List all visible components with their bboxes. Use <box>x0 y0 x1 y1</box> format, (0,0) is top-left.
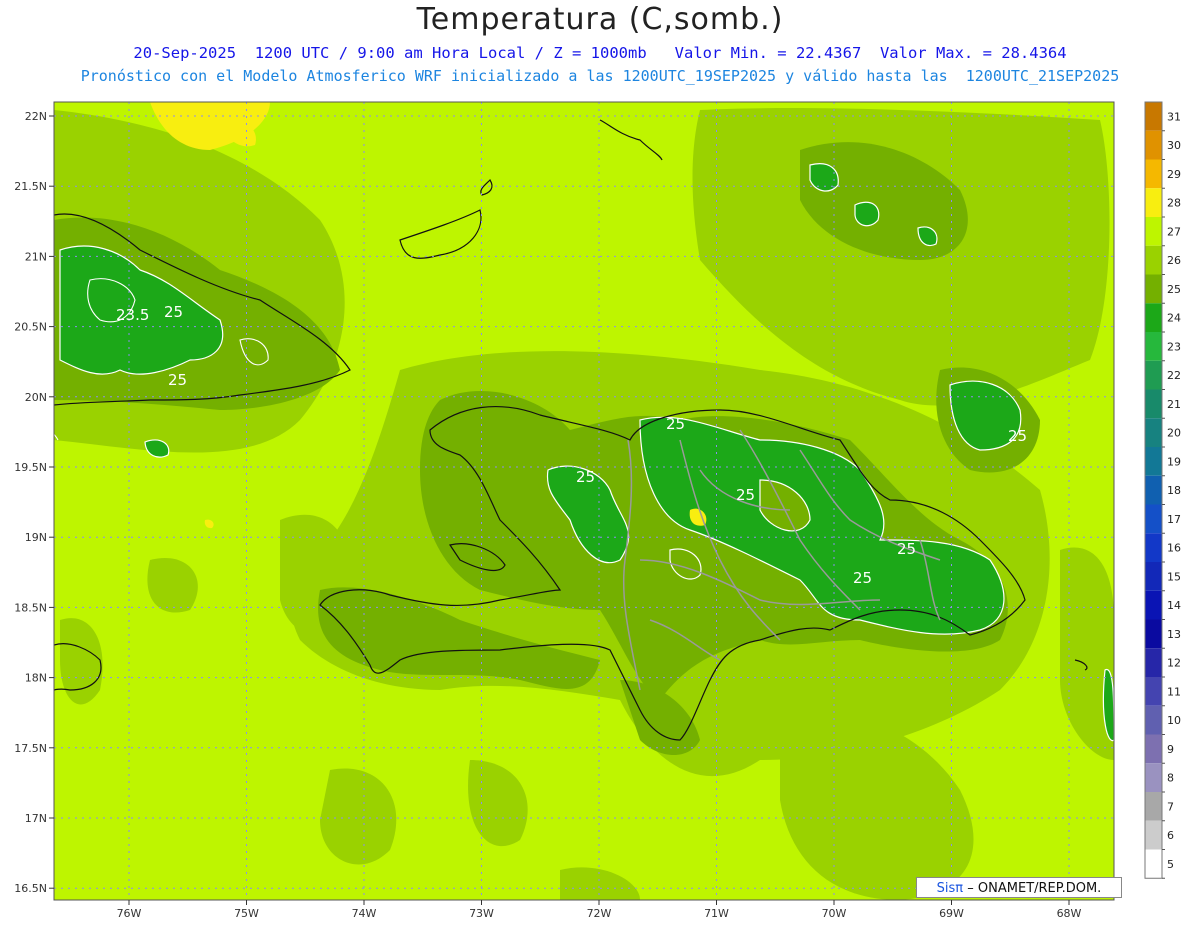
lon-tick-label: 69W <box>939 907 964 920</box>
lat-tick-label: 21.5N <box>14 180 47 193</box>
colorbar-swatch <box>1145 562 1162 591</box>
lon-tick-label: 76W <box>117 907 142 920</box>
contour-label: 25 <box>576 468 595 486</box>
colorbar-label: 29 <box>1167 168 1181 181</box>
colorbar-swatch <box>1145 188 1162 217</box>
lat-tick-label: 20.5N <box>14 321 47 334</box>
colorbar-label: 6 <box>1167 829 1174 842</box>
contour-label: 23.5 <box>116 306 149 324</box>
contour-label: 25 <box>897 540 916 558</box>
lat-tick-label: 22N <box>25 110 47 123</box>
colorbar-label: 7 <box>1167 800 1174 813</box>
colorbar-swatch <box>1145 820 1162 850</box>
colorbar-swatch <box>1145 159 1162 189</box>
colorbar-label: 20 <box>1167 427 1181 440</box>
colorbar-swatch <box>1145 792 1162 821</box>
lat-tick-label: 19.5N <box>14 461 47 474</box>
contour-label: 25 <box>736 486 755 504</box>
colorbar-label: 12 <box>1167 657 1181 670</box>
colorbar-swatch <box>1145 102 1162 131</box>
colorbar-label: 21 <box>1167 398 1181 411</box>
colorbar-swatch <box>1145 360 1162 390</box>
lon-tick-label: 75W <box>234 907 259 920</box>
colorbar-swatch <box>1145 475 1162 505</box>
colorbar-label: 13 <box>1167 628 1181 641</box>
lat-tick-label: 17N <box>25 812 47 825</box>
colorbar-swatch <box>1145 274 1162 304</box>
lat-tick-label: 21N <box>25 250 47 263</box>
credit-text: – ONAMET/REP.DOM. <box>967 881 1102 896</box>
lon-tick-label: 74W <box>352 907 377 920</box>
colorbar-swatch <box>1145 590 1162 620</box>
colorbar-swatch <box>1145 705 1162 735</box>
longitude-axis: 76W 75W 74W 73W 72W 71W 70W 69W 68W <box>117 900 1082 920</box>
lon-tick-label: 72W <box>587 907 612 920</box>
colorbar-label: 28 <box>1167 197 1181 210</box>
lat-tick-label: 18N <box>25 672 47 685</box>
lon-tick-label: 73W <box>469 907 494 920</box>
colorbar-swatch <box>1145 677 1162 706</box>
colorbar-label: 10 <box>1167 714 1181 727</box>
colorbar-swatch <box>1145 389 1162 419</box>
sispi-logo: Sisπ <box>936 881 964 896</box>
colorbar-label: 14 <box>1167 599 1181 612</box>
colorbar-label: 8 <box>1167 772 1174 785</box>
temperature-colorbar: 31 30 29 28 27 26 25 24 23 22 21 20 19 18 17 16 15 14 13 12… <box>1144 101 1181 879</box>
colorbar-swatch <box>1145 619 1162 649</box>
lat-tick-label: 18.5N <box>14 601 47 614</box>
colorbar-label: 11 <box>1167 685 1181 698</box>
colorbar-label: 31 <box>1167 110 1181 123</box>
colorbar-label: 27 <box>1167 225 1181 238</box>
colorbar-label: 5 <box>1167 858 1174 871</box>
colorbar-swatch <box>1145 332 1162 361</box>
colorbar-swatch <box>1145 533 1162 562</box>
latitude-axis: 22N 21.5N 21N 20.5N 20N 19.5N 19N 18.5N 18N 17.5N… <box>14 110 54 895</box>
colorbar-swatch <box>1145 504 1162 534</box>
colorbar-label: 25 <box>1167 283 1181 296</box>
lat-tick-label: 20N <box>25 391 47 404</box>
contour-label: 25 <box>164 303 183 321</box>
colorbar-label: 24 <box>1167 312 1181 325</box>
colorbar-swatch <box>1145 418 1162 447</box>
colorbar-label: 30 <box>1167 139 1181 152</box>
lon-tick-label: 68W <box>1057 907 1082 920</box>
colorbar-swatch <box>1145 303 1162 332</box>
colorbar-label: 19 <box>1167 455 1181 468</box>
colorbar-swatch <box>1145 763 1162 792</box>
colorbar-swatch <box>1145 245 1162 275</box>
colorbar-label: 26 <box>1167 254 1181 267</box>
lon-tick-label: 70W <box>822 907 847 920</box>
colorbar-swatch <box>1145 130 1162 160</box>
lat-tick-label: 16.5N <box>14 882 47 895</box>
colorbar-label: 16 <box>1167 542 1181 555</box>
contour-label: 25 <box>168 371 187 389</box>
lat-tick-label: 19N <box>25 531 47 544</box>
colorbar-label: 23 <box>1167 340 1181 353</box>
colorbar-swatch <box>1145 648 1162 677</box>
contour-label: 25 <box>666 415 685 433</box>
lat-tick-label: 17.5N <box>14 742 47 755</box>
credit-box: Sisπ – ONAMET/REP.DOM. <box>916 877 1122 898</box>
colorbar-swatch <box>1145 734 1162 764</box>
colorbar-swatch <box>1145 447 1162 476</box>
colorbar-swatch <box>1145 849 1162 879</box>
temperature-map: 22N 21.5N 21N 20.5N 20N 19.5N 19N 18.5N 18N 17.5N… <box>14 101 1181 920</box>
lon-tick-label: 71W <box>704 907 729 920</box>
contour-label: 25 <box>853 569 872 587</box>
colorbar-swatch <box>1145 217 1162 246</box>
colorbar-label: 18 <box>1167 484 1181 497</box>
colorbar-label: 22 <box>1167 369 1181 382</box>
contour-label: 25 <box>1008 427 1027 445</box>
colorbar-label: 15 <box>1167 570 1181 583</box>
colorbar-label: 9 <box>1167 743 1174 756</box>
colorbar-label: 17 <box>1167 513 1181 526</box>
